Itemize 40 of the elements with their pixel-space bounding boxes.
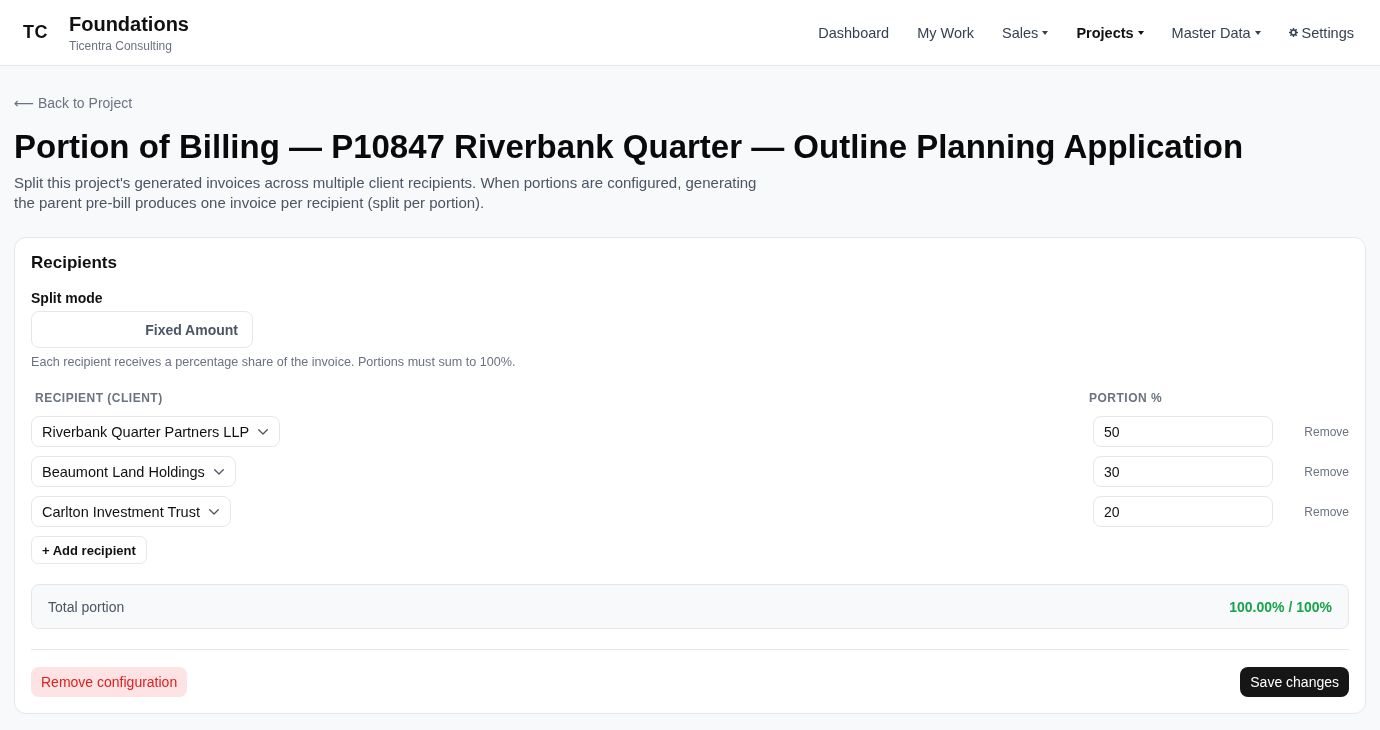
portion-input[interactable]: 50: [1093, 416, 1273, 447]
back-link[interactable]: ⟵ Back to Project: [14, 93, 133, 113]
caret-icon: [1042, 30, 1049, 35]
total-value: 100.00% / 100%: [1229, 598, 1332, 615]
help-text: Each recipient receives a percentage share of the invoice. Portions must sum to 100%.: [31, 354, 516, 370]
caret-icon: [1137, 30, 1144, 35]
app-title: Foundations: [69, 11, 189, 36]
remove-button[interactable]: Remove: [1304, 464, 1349, 479]
page-description: Split this project's generated invoices across multiple client recipients. When portions are configured, generating the parent pre-bill produces one invoice per recipient (split per portion).: [14, 173, 758, 213]
page-title: Portion of Billing — P10847 Riverbank Quarter — Outline Planning Application: [14, 129, 1244, 165]
split-mode-toggle[interactable]: Fixed Amount: [31, 311, 253, 348]
save-button[interactable]: Save changes: [1240, 667, 1349, 697]
company-name: Ticentra Consulting: [69, 37, 173, 54]
portion-input[interactable]: 20: [1093, 496, 1273, 527]
logo: TC: [23, 22, 48, 43]
chevron-down-icon: [258, 428, 269, 435]
add-recipient-button[interactable]: + Add recipient: [31, 536, 147, 564]
remove-configuration-button[interactable]: Remove configuration: [31, 667, 188, 697]
chevron-down-icon: [213, 468, 224, 475]
nav-link[interactable]: Sales: [1002, 24, 1049, 41]
nav-link[interactable]: My Work: [917, 24, 975, 41]
caret-icon: [1254, 30, 1261, 35]
nav-link[interactable]: Master Data: [1171, 24, 1261, 41]
card-title: Recipients: [31, 253, 117, 273]
portion-input[interactable]: 30: [1093, 456, 1273, 487]
nav-link[interactable]: Projects: [1076, 24, 1144, 41]
field-label: Split mode: [31, 289, 103, 308]
remove-button[interactable]: Remove: [1304, 504, 1349, 519]
column-header: RECIPIENT (CLIENT): [35, 390, 163, 406]
recipient-select[interactable]: Riverbank Quarter Partners LLP: [31, 416, 281, 447]
chevron-down-icon: [208, 508, 219, 515]
gear-icon: [1288, 28, 1298, 37]
nav-link[interactable]: Settings: [1288, 24, 1354, 41]
recipient-select[interactable]: Beaumont Land Holdings: [31, 456, 236, 487]
recipient-select[interactable]: Carlton Investment Trust: [31, 496, 231, 527]
remove-button[interactable]: Remove: [1304, 424, 1349, 439]
nav-link[interactable]: Dashboard: [818, 24, 890, 41]
column-header: PORTION %: [1089, 390, 1163, 406]
total-label: Total portion: [48, 598, 125, 615]
split-mode-option[interactable]: Fixed Amount: [131, 312, 252, 347]
